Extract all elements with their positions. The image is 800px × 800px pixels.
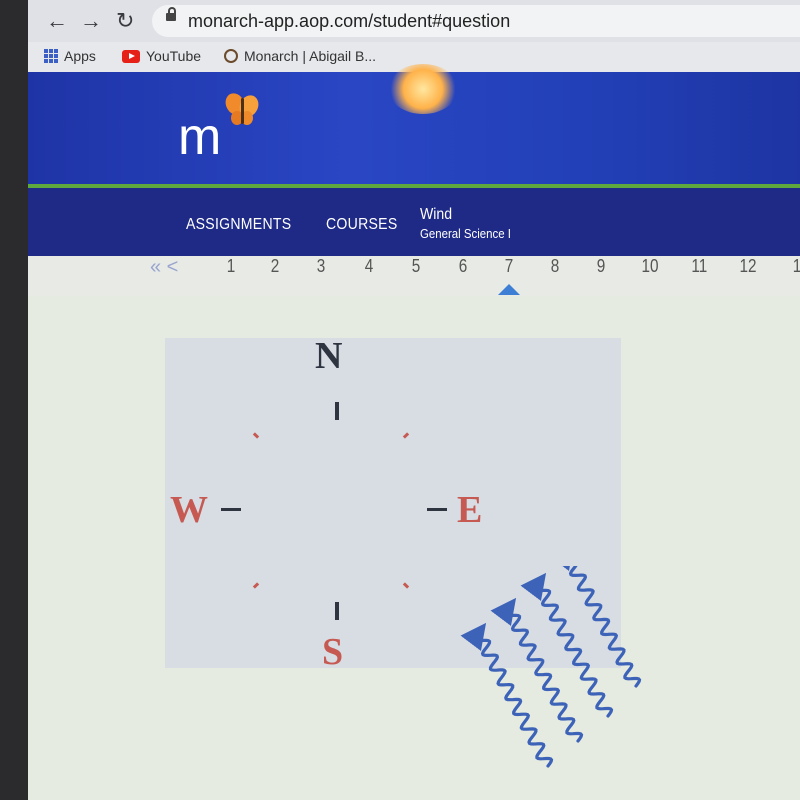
bookmark-monarch[interactable]: Monarch | Abigail B...	[224, 48, 376, 64]
page-2[interactable]: 2	[271, 256, 280, 277]
page-5[interactable]: 5	[412, 256, 421, 277]
nw-tick	[252, 432, 260, 439]
ne-tick	[402, 432, 410, 439]
bookmark-label: YouTube	[146, 48, 202, 64]
bookmark-label: Apps	[64, 48, 96, 64]
app-header: m	[28, 64, 800, 188]
wind-arrow	[490, 597, 584, 743]
compass-south: S	[322, 631, 344, 673]
address-bar[interactable]: monarch-app.aop.com/student#question	[152, 5, 800, 37]
question-pager: « < 1 2 3 4 5 6 7 8 9 10 11 12 1	[28, 256, 800, 296]
screen-glare	[388, 64, 458, 114]
page-7-current[interactable]: 7	[505, 256, 514, 277]
current-page-indicator	[498, 284, 520, 295]
browser-screen: ← → ↻ monarch-app.aop.com/student#questi…	[28, 0, 800, 800]
south-tick	[335, 602, 339, 620]
browser-toolbar: ← → ↻ monarch-app.aop.com/student#questi…	[28, 0, 800, 42]
question-area: N W E S	[28, 296, 800, 800]
nav-assignments[interactable]: ASSIGNMENTS	[186, 216, 291, 234]
wind-arrows	[460, 566, 642, 768]
compass-north: N	[315, 335, 343, 377]
bookmark-apps[interactable]: Apps	[44, 48, 96, 64]
wind-arrow	[520, 572, 614, 718]
page-9[interactable]: 9	[597, 256, 606, 277]
page-12[interactable]: 12	[740, 256, 757, 277]
north-tick	[335, 402, 339, 420]
back-button[interactable]: ←	[46, 8, 68, 34]
lesson-title: Wind	[420, 206, 453, 223]
page-8[interactable]: 8	[551, 256, 560, 277]
monarch-icon	[224, 49, 238, 63]
youtube-icon	[122, 49, 140, 63]
main-nav: ASSIGNMENTS COURSES Wind General Science…	[28, 188, 800, 256]
compass-west: W	[170, 489, 208, 531]
nav-courses[interactable]: COURSES	[326, 216, 397, 234]
east-tick	[427, 508, 447, 511]
page-11[interactable]: 11	[691, 256, 707, 277]
lock-icon	[166, 7, 176, 21]
apps-grid-icon	[44, 49, 58, 63]
page-13[interactable]: 1	[793, 256, 800, 277]
page-3[interactable]: 3	[317, 256, 326, 277]
page-10[interactable]: 10	[642, 256, 659, 277]
wind-arrow	[460, 622, 554, 768]
reload-button[interactable]: ↻	[116, 8, 134, 34]
forward-button[interactable]: →	[80, 8, 102, 34]
bookmark-youtube[interactable]: YouTube	[122, 48, 201, 64]
lesson-info: Wind General Science I	[420, 206, 523, 241]
url-text[interactable]: monarch-app.aop.com/student#question	[188, 11, 510, 32]
monarch-logo[interactable]: m	[178, 111, 221, 163]
page-6[interactable]: 6	[459, 256, 468, 277]
page-4[interactable]: 4	[365, 256, 374, 277]
sw-tick	[252, 582, 260, 589]
butterfly-icon	[225, 93, 259, 125]
previous-pages-icon[interactable]: « <	[150, 256, 178, 279]
compass-east: E	[457, 489, 483, 531]
page-1[interactable]: 1	[227, 256, 236, 277]
wind-arrow	[548, 566, 642, 688]
lesson-course: General Science I	[420, 226, 511, 241]
bookmark-label: Monarch | Abigail B...	[244, 48, 377, 64]
west-tick	[221, 508, 241, 511]
